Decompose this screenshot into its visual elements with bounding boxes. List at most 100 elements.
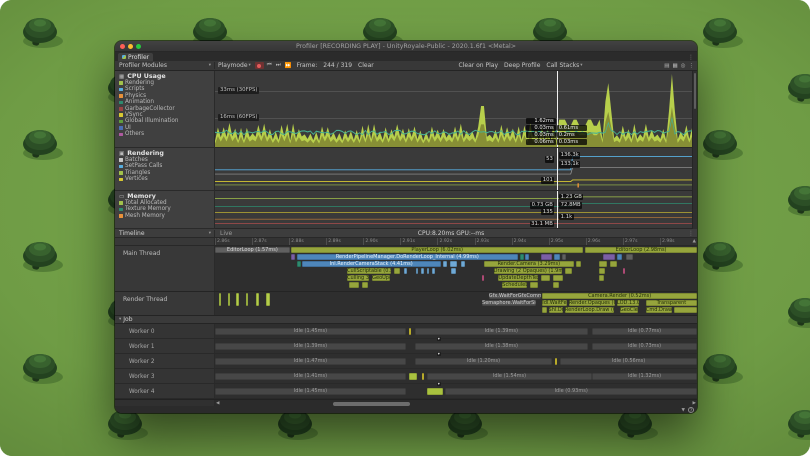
timeline-sample-bar[interactable] <box>266 293 270 306</box>
cpu-usage-chart[interactable]: 33ms (30FPS) 16ms (60FPS) 1.62ms0.03ms0.… <box>215 71 697 148</box>
timeline-sample-bar[interactable] <box>542 307 547 313</box>
timeline-sample-bar[interactable] <box>246 293 248 306</box>
timeline-sample-bar[interactable] <box>394 268 400 274</box>
worker-track[interactable]: Idle (1.47ms) Idle (1.20ms) Idle (0.56ms) <box>215 354 697 368</box>
timeline-sample-bar[interactable] <box>427 268 429 274</box>
idle-bar[interactable]: Idle (1.47ms) <box>215 358 406 365</box>
timeline-sample-bar[interactable]: UpdateDepthTexture <box>498 275 538 281</box>
scroll-right-icon[interactable]: ▶ <box>693 400 696 407</box>
memory-chart[interactable]: 1.23 GB0.73 GB72.8MB1351.1k31.1 MB <box>215 191 697 229</box>
idle-bar[interactable]: Idle (1.41ms) <box>215 373 406 380</box>
timeline-sample-bar[interactable] <box>432 268 434 274</box>
timeline-sample-bar[interactable] <box>520 254 524 260</box>
timeline-sample-bar[interactable]: ScheduleDraw <box>502 282 527 288</box>
timeline-sample-bar[interactable] <box>626 254 634 260</box>
load-profile-icon[interactable]: ▤ <box>664 63 669 69</box>
timeline-sample-bar[interactable] <box>554 254 559 260</box>
timeline-sample-bar[interactable]: Gfx.WaitForGfxCommandsFromMainThr <box>489 293 541 299</box>
zoom-window-icon[interactable] <box>136 44 141 49</box>
timeline-sample-bar[interactable]: Camera.Render (0.52ms) <box>542 293 697 299</box>
window-titlebar[interactable]: Profiler [RECORDING PLAY] - UnityRoyale-… <box>115 41 697 52</box>
timeline-sample-bar[interactable] <box>599 275 604 281</box>
timeline-sample-bar[interactable] <box>443 261 448 267</box>
legend-item[interactable]: Vertices <box>119 176 214 182</box>
idle-bar[interactable]: Idle (0.93ms) <box>445 388 697 395</box>
timeline-sample-bar[interactable] <box>482 275 484 281</box>
worker-track[interactable]: Idle (1.39ms)Idle (1.38ms)Idle (0.73ms)▾ <box>215 339 697 353</box>
legend-item[interactable]: Others <box>119 131 214 137</box>
main-thread-track[interactable]: EditorLoop (1.57ms)PlayerLoop (6.02ms)Ed… <box>215 246 697 291</box>
timeline-sample-bar[interactable] <box>349 282 359 288</box>
legend-item[interactable]: Mesh Memory <box>119 213 214 219</box>
scroll-down-icon[interactable]: ▼ <box>682 408 685 413</box>
idle-bar[interactable]: Idle (1.20ms) <box>415 358 553 365</box>
timeline-sample-bar[interactable] <box>291 254 295 260</box>
flow-event-icon[interactable]: ▾ <box>437 352 441 357</box>
scrollbar-thumb[interactable] <box>694 73 696 109</box>
timeline-sample-bar[interactable] <box>617 254 622 260</box>
timeline-sample-bar[interactable] <box>553 282 559 288</box>
call-stacks-dropdown[interactable]: Call Stacks ▾ <box>543 62 585 69</box>
save-profile-icon[interactable]: ▦ <box>673 63 678 69</box>
worker-track[interactable]: Idle (1.45ms)Idle (1.39ms)Idle (0.77ms)▾ <box>215 324 697 338</box>
profiler-modules-dropdown[interactable]: Profiler Modules ▾ <box>115 62 215 69</box>
scrollbar-thumb[interactable] <box>333 402 410 406</box>
timeline-sample-bar[interactable]: EditorLoop (1.57ms) <box>215 247 290 253</box>
timeline-sample-bar[interactable]: Culling 353 <box>347 275 369 281</box>
charts-vertical-scrollbar[interactable] <box>692 71 697 229</box>
timeline-sample-bar[interactable] <box>599 261 608 267</box>
timeline-sample-bar[interactable] <box>565 268 572 274</box>
timeline-sample-bar[interactable]: Inl.RenderCameraStack (4.41ms) <box>302 261 441 267</box>
timeline-sample-bar[interactable] <box>562 254 566 260</box>
worker-label[interactable]: Worker 2 <box>115 354 215 368</box>
job-group-header[interactable]: ▾ Job <box>115 316 697 324</box>
main-thread-label[interactable]: Main Thread <box>115 246 215 291</box>
timeline-sample-bar[interactable]: PlayerLoop (6.02ms) <box>291 247 583 253</box>
timeline-sample-bar[interactable]: Render.Camera (3.29ms) <box>484 261 574 267</box>
flow-event-icon[interactable]: ▾ <box>437 382 441 387</box>
timeline-sample-bar[interactable] <box>256 293 258 306</box>
idle-bar[interactable]: Idle (0.56ms) <box>560 358 697 365</box>
timeline-kebab-icon[interactable]: ⋮ <box>688 230 697 237</box>
timeline-sample-bar[interactable] <box>623 268 625 274</box>
timeline-sample-bar[interactable] <box>450 261 457 267</box>
scroll-left-icon[interactable]: ◀ <box>216 400 219 407</box>
timeline-sample-bar[interactable]: RenderLoop.Draw (0.57ms) <box>565 307 614 313</box>
timeline-sample-bar[interactable]: Transparent <box>646 300 697 306</box>
timeline-sample-bar[interactable]: GeoUpdate <box>372 275 390 281</box>
timeline-sample-bar[interactable]: Idl.WaitFenceCap <box>542 300 567 306</box>
timeline-view-dropdown[interactable]: Timeline ▾ <box>115 230 215 237</box>
current-frame-button[interactable]: ⏩ <box>283 63 294 69</box>
timeline-sample-bar[interactable] <box>362 282 368 288</box>
worker-label[interactable]: Worker 0 <box>115 324 215 338</box>
rendering-chart[interactable]: 53136.3k133.1k101 <box>215 148 697 191</box>
timeline-sample-bar[interactable] <box>553 275 563 281</box>
timeline-sample-bar[interactable] <box>530 282 538 288</box>
idle-bar[interactable]: Idle (1.45ms) <box>215 388 406 395</box>
timeline-sample-bar[interactable] <box>461 261 465 267</box>
timeline-horizontal-scrollbar[interactable]: ◀ ▶ <box>215 400 697 406</box>
timeline-sample-bar[interactable] <box>421 268 423 274</box>
previous-frame-button[interactable]: ⏮ <box>265 62 274 69</box>
minimize-window-icon[interactable] <box>128 44 133 49</box>
job-bar[interactable] <box>555 358 556 365</box>
clear-on-play-toggle[interactable]: Clear on Play <box>456 62 502 69</box>
kebab-menu-icon[interactable]: ⋮ <box>689 63 695 69</box>
timeline-sample-bar[interactable] <box>404 268 407 274</box>
timeline-sample-bar[interactable] <box>603 254 614 260</box>
timeline-sample-bar[interactable]: Render.Opaques (0.37ms) <box>569 300 615 306</box>
scroll-up-icon[interactable]: ▲ <box>693 238 696 245</box>
idle-bar[interactable]: Idle (1.39ms) <box>215 343 406 350</box>
idle-bar[interactable]: Idle (1.39ms) <box>415 328 589 335</box>
timeline-sample-bar[interactable] <box>541 254 553 260</box>
timeline-sample-bar[interactable] <box>599 268 606 274</box>
timeline-sample-bar[interactable] <box>451 268 455 274</box>
timeline-sample-bar[interactable] <box>416 268 418 274</box>
timeline-sample-bar[interactable]: Cmd.Draw.T <box>646 307 672 313</box>
idle-bar[interactable]: Idle (1.32ms) <box>592 373 697 380</box>
worker-track[interactable]: Idle (1.41ms)Idle (1.54ms)Idle (1.32ms)▾ <box>215 369 697 383</box>
timeline-sample-bar[interactable]: Shl.Draw <box>549 307 563 313</box>
timeline-sample-bar[interactable]: CullScriptable (0.58ms) <box>347 268 391 274</box>
worker-label[interactable]: Worker 3 <box>115 369 215 383</box>
idle-bar[interactable]: Idle (0.77ms) <box>592 328 697 335</box>
